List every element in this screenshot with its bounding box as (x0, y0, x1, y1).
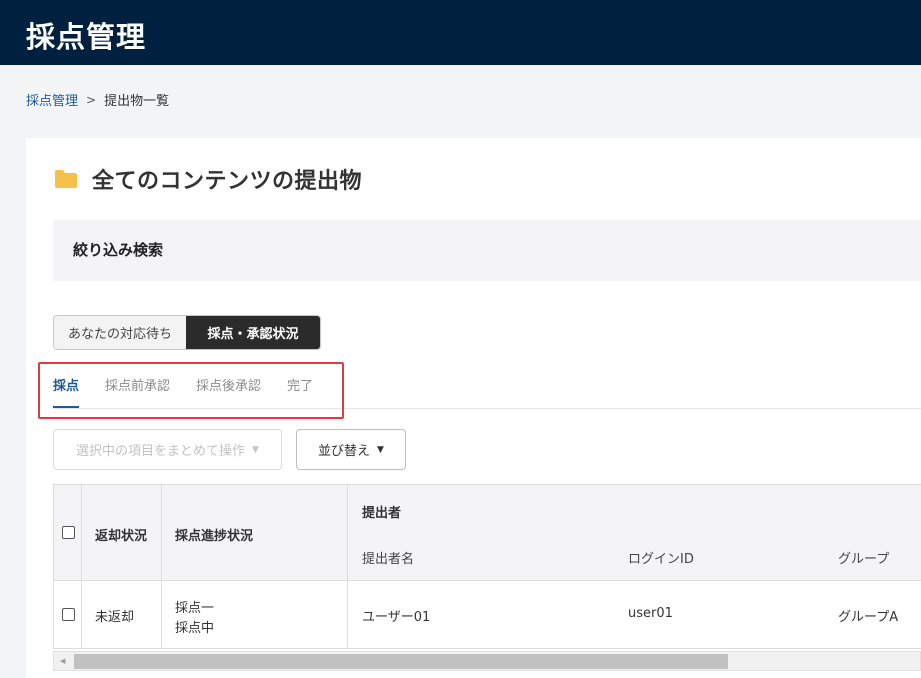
row-progress-status: 採点中 (175, 621, 215, 636)
row-submitter-name[interactable]: ユーザー01 (362, 606, 430, 625)
column-divider (161, 484, 162, 649)
bulk-action-button[interactable]: 選択中の項目をまとめて操作 ▼ (53, 429, 282, 470)
folder-icon (54, 169, 78, 189)
scroll-left-arrow-icon[interactable]: ◀ (60, 657, 65, 665)
column-divider (81, 484, 82, 649)
view-segmented-control: あなたの対応待ち 採点・承認状況 (53, 315, 321, 350)
breadcrumb-link-grading[interactable]: 採点管理 (26, 90, 78, 109)
select-all-checkbox[interactable] (62, 526, 75, 539)
table-row[interactable]: 未返却 採点一 採点中 ユーザー01 user01 グループA (53, 581, 921, 649)
scrollbar-thumb[interactable] (74, 654, 728, 669)
header-login-id: ログインID (628, 552, 694, 567)
row-login-id: user01 (628, 606, 673, 621)
sort-label: 並び替え (318, 444, 371, 459)
filter-panel[interactable]: 絞り込み検索 (53, 220, 921, 281)
horizontal-scrollbar[interactable]: ◀ (53, 651, 921, 671)
breadcrumb-separator-icon: > (86, 92, 97, 107)
filter-panel-label: 絞り込み検索 (73, 241, 164, 259)
row-group: グループA (838, 610, 899, 625)
header-submitter: 提出者 (362, 506, 402, 521)
page-heading: 全てのコンテンツの提出物 (54, 163, 362, 195)
header-submitter-name: 提出者名 (362, 552, 415, 567)
header-grading-progress: 採点進捗状況 (175, 529, 254, 544)
table-header: 返却状況 採点進捗状況 提出者 提出者名 ログインID グループ (53, 484, 921, 581)
bulk-action-label: 選択中の項目をまとめて操作 (76, 444, 246, 459)
row-progress-step: 採点一 (175, 601, 215, 616)
segment-waiting-button[interactable]: あなたの対応待ち (54, 316, 186, 349)
app-title: 採点管理 (26, 20, 147, 54)
breadcrumb: 採点管理 > 提出物一覧 (26, 90, 170, 110)
chevron-down-icon: ▼ (377, 444, 384, 455)
row-return-status: 未返却 (95, 610, 135, 625)
row-checkbox[interactable] (62, 608, 75, 621)
highlight-box (38, 362, 344, 419)
segment-status-button[interactable]: 採点・承認状況 (186, 316, 320, 349)
sort-button[interactable]: 並び替え ▼ (296, 429, 406, 470)
breadcrumb-current: 提出物一覧 (104, 94, 170, 109)
table-border-left (53, 484, 54, 649)
app-header: 採点管理 (0, 0, 921, 65)
page-title: 全てのコンテンツの提出物 (92, 169, 363, 194)
chevron-down-icon: ▼ (252, 444, 259, 455)
header-group: グループ (838, 552, 890, 567)
header-return-status: 返却状況 (95, 529, 148, 544)
column-divider (347, 484, 348, 649)
